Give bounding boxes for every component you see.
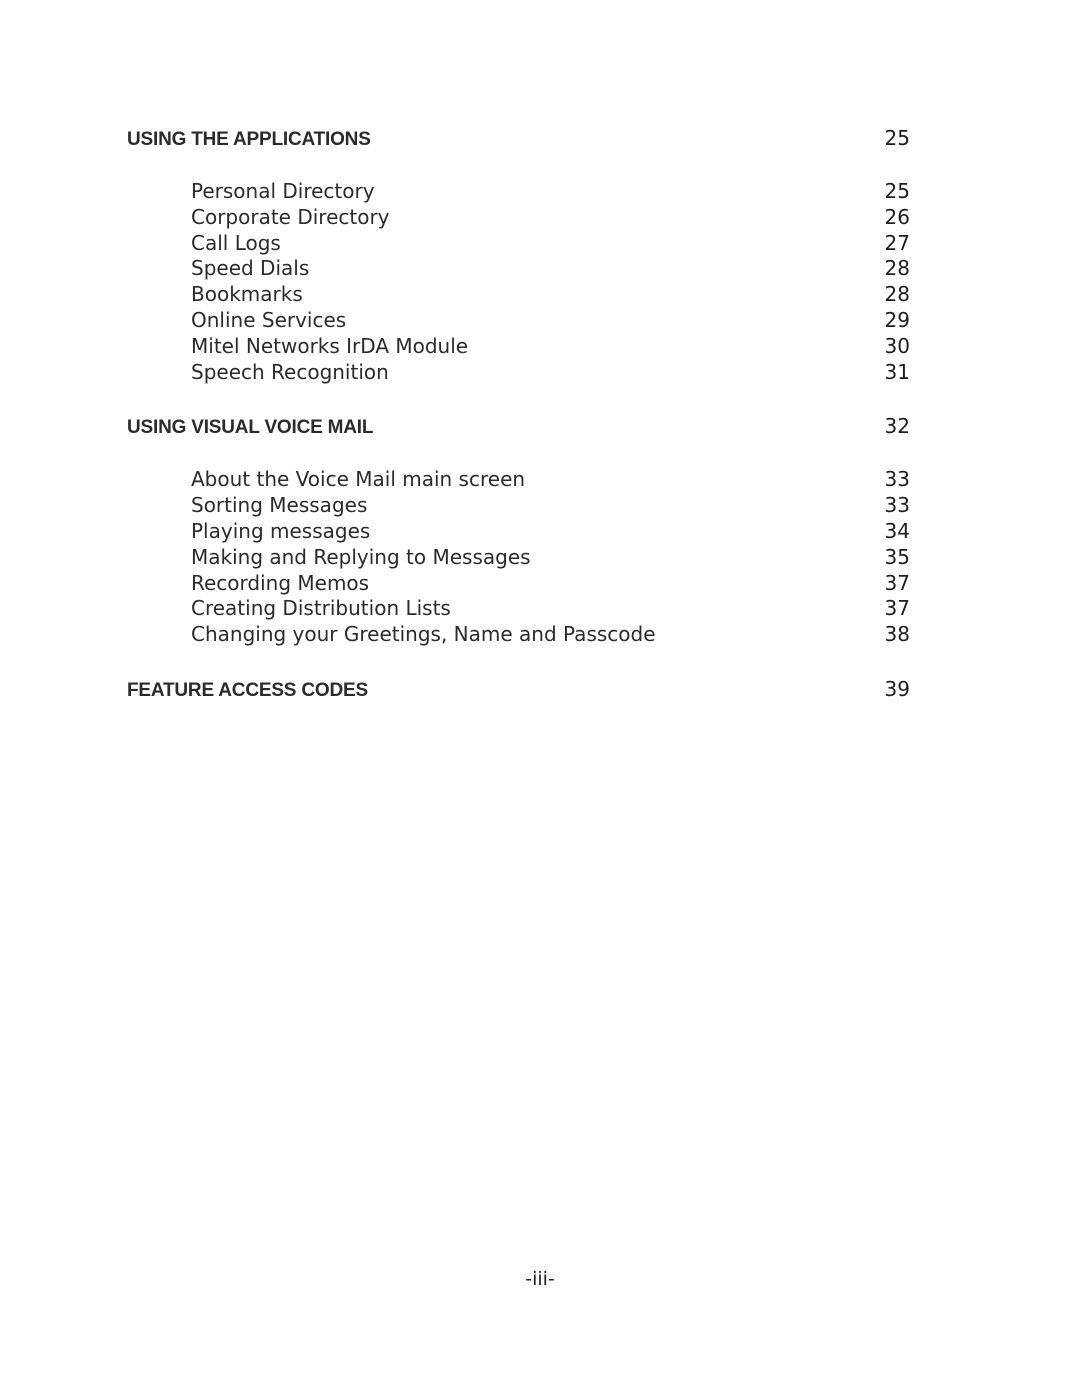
toc-entry-title: About the Voice Mail main screen <box>191 467 526 492</box>
toc-heading-row[interactable]: USING THE APPLICATIONS 25 <box>127 124 910 152</box>
toc-entry-title: Changing your Greetings, Name and Passco… <box>191 622 656 647</box>
toc-entry[interactable]: Mitel Networks IrDA Module 30 <box>127 334 910 360</box>
toc-entry-title: Online Services <box>191 307 347 332</box>
toc-entry[interactable]: Playing messages 34 <box>127 519 910 545</box>
toc-entry-title: Speech Recognition <box>191 359 389 384</box>
toc-entry[interactable]: About the Voice Mail main screen 33 <box>127 467 910 493</box>
toc-entry[interactable]: Sorting Messages 33 <box>127 493 910 519</box>
toc-entry-page: 37 <box>884 596 910 621</box>
toc-entry-title: Speed Dials <box>191 256 310 281</box>
toc-heading-row[interactable]: USING VISUAL VOICE MAIL 32 <box>127 412 910 440</box>
toc-section-page: 39 <box>884 676 910 701</box>
toc-entry[interactable]: Personal Directory 25 <box>127 179 910 205</box>
toc-entry-page: 25 <box>884 179 910 203</box>
toc-entry[interactable]: Creating Distribution Lists 37 <box>127 596 910 622</box>
toc-entry-page: 31 <box>884 359 910 384</box>
toc-entry-page: 33 <box>884 493 910 518</box>
toc-heading-row[interactable]: FEATURE ACCESS CODES 39 <box>127 675 910 703</box>
toc-entry[interactable]: Making and Replying to Messages 35 <box>127 545 910 571</box>
toc-entry[interactable]: Online Services 29 <box>127 308 910 334</box>
toc-entry-title: Corporate Directory <box>191 204 390 229</box>
table-of-contents: USING THE APPLICATIONS 25 Personal Direc… <box>127 124 910 703</box>
toc-entry-title: Mitel Networks IrDA Module <box>191 333 469 358</box>
toc-section-title: FEATURE ACCESS CODES <box>127 679 368 701</box>
toc-entry-title: Personal Directory <box>191 179 375 203</box>
toc-section-using-visual-voice-mail: USING VISUAL VOICE MAIL 32 About the Voi… <box>127 412 910 648</box>
toc-entry-page: 27 <box>884 230 910 255</box>
toc-entry-list: Personal Directory 25 Corporate Director… <box>127 179 910 385</box>
toc-section-page: 32 <box>884 414 910 439</box>
toc-entry[interactable]: Speed Dials 28 <box>127 256 910 282</box>
toc-entry-title: Call Logs <box>191 230 281 255</box>
toc-entry[interactable]: Corporate Directory 26 <box>127 205 910 231</box>
toc-section-title: USING VISUAL VOICE MAIL <box>127 417 374 439</box>
toc-entry-page: 26 <box>884 204 910 229</box>
toc-section-using-the-applications: USING THE APPLICATIONS 25 Personal Direc… <box>127 124 910 385</box>
toc-entry-title: Playing messages <box>191 518 371 543</box>
toc-section-title: USING THE APPLICATIONS <box>127 129 371 150</box>
toc-entry-page: 34 <box>884 518 910 543</box>
toc-entry-page: 28 <box>884 282 910 307</box>
toc-entry-list: About the Voice Mail main screen 33 Sort… <box>127 467 910 648</box>
toc-entry-page: 29 <box>884 307 910 332</box>
toc-section-page: 25 <box>884 126 910 150</box>
toc-entry-page: 37 <box>884 570 910 595</box>
toc-entry-title: Creating Distribution Lists <box>191 596 451 621</box>
toc-entry-page: 35 <box>884 544 910 569</box>
toc-entry[interactable]: Speech Recognition 31 <box>127 360 910 386</box>
toc-entry[interactable]: Changing your Greetings, Name and Passco… <box>127 622 910 648</box>
toc-entry-title: Recording Memos <box>191 570 370 595</box>
toc-entry-title: Sorting Messages <box>191 493 368 518</box>
page-number-footer: -iii- <box>525 1268 555 1290</box>
toc-entry-page: 33 <box>884 467 910 492</box>
toc-entry-page: 28 <box>884 256 910 281</box>
toc-entry-title: Making and Replying to Messages <box>191 544 531 569</box>
toc-entry-page: 38 <box>884 622 910 647</box>
toc-entry[interactable]: Call Logs 27 <box>127 231 910 257</box>
toc-entry-page: 30 <box>884 333 910 358</box>
toc-section-feature-access-codes: FEATURE ACCESS CODES 39 <box>127 675 910 703</box>
toc-entry-title: Bookmarks <box>191 282 303 307</box>
toc-entry[interactable]: Bookmarks 28 <box>127 282 910 308</box>
toc-entry[interactable]: Recording Memos 37 <box>127 571 910 597</box>
